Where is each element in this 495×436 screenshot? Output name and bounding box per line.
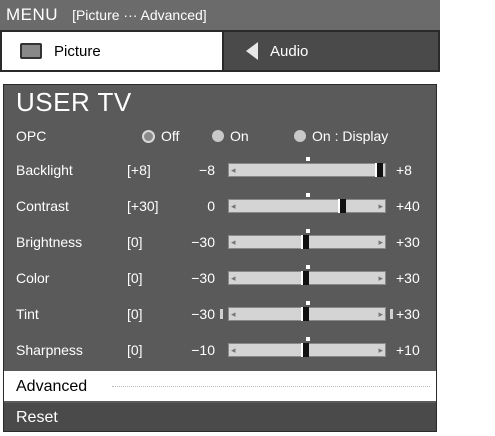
radio-selected-icon xyxy=(142,129,155,143)
color-slider-knob[interactable] xyxy=(301,271,309,285)
arrow-left-icon: ◂ xyxy=(231,237,236,247)
contrast-max-label: +40 xyxy=(396,198,420,214)
tint-min-label: −30 xyxy=(191,306,215,322)
color-max-label: +30 xyxy=(396,270,420,286)
tab-audio-label: Audio xyxy=(270,42,309,60)
contrast-row[interactable]: Contrast [+30] 0 ◂ ▸ +40 xyxy=(4,189,436,223)
reset-label: Reset xyxy=(16,409,58,426)
color-label: Color xyxy=(16,270,50,286)
tint-row[interactable]: Tint [0] −30 ◂ ▸ +30 xyxy=(4,297,436,331)
backlight-min-label: −8 xyxy=(199,162,215,178)
backlight-slider[interactable]: ◂▸ xyxy=(228,157,386,177)
brightness-row[interactable]: Brightness [0] −30 ◂ ▸ +30 xyxy=(4,225,436,259)
opc-option-off-label: Off xyxy=(161,128,180,144)
brightness-current-value: [0] xyxy=(127,234,143,250)
breadcrumb: [Picture ··· Advanced] xyxy=(72,7,207,23)
opc-option-on[interactable]: On xyxy=(212,128,249,144)
arrow-left-icon: ◂ xyxy=(231,165,236,175)
tv-icon xyxy=(20,43,42,59)
tint-slider[interactable]: ◂ ▸ xyxy=(228,301,386,321)
advanced-row[interactable]: Advanced xyxy=(4,371,436,401)
tint-slider-knob[interactable] xyxy=(301,307,309,321)
tint-label: Tint xyxy=(16,306,39,322)
tab-picture[interactable]: Picture xyxy=(2,32,224,70)
opc-option-off[interactable]: Off xyxy=(142,128,179,144)
backlight-max-label: +8 xyxy=(396,162,412,178)
tab-bar: Picture Audio xyxy=(0,30,440,72)
sharpness-slider[interactable]: ◂ ▸ xyxy=(228,337,386,357)
advanced-label: Advanced xyxy=(16,378,88,395)
dotted-leader xyxy=(112,386,430,387)
color-slider[interactable]: ◂ ▸ xyxy=(228,265,386,285)
opc-row[interactable]: OPC Off On On : Display xyxy=(4,119,436,153)
radio-icon xyxy=(294,130,306,142)
brightness-max-label: +30 xyxy=(396,234,420,250)
menu-title: MENU xyxy=(6,5,59,24)
brightness-min-label: −30 xyxy=(191,234,215,250)
sharpness-row[interactable]: Sharpness [0] −10 ◂ ▸ +10 xyxy=(4,333,436,367)
center-mark xyxy=(306,337,310,341)
user-tv-panel: USER TV OPC Off On On : Display Backligh… xyxy=(3,84,437,432)
contrast-slider[interactable]: ◂ ▸ xyxy=(228,193,386,213)
sharpness-min-label: −10 xyxy=(191,342,215,358)
center-mark xyxy=(306,229,310,233)
arrow-left-icon: ◂ xyxy=(231,345,236,355)
opc-option-on-label: On xyxy=(230,128,249,144)
tab-audio[interactable]: Audio xyxy=(224,32,438,70)
tab-picture-label: Picture xyxy=(54,42,101,60)
backlight-current-value: [+8] xyxy=(127,162,151,178)
arrow-left-icon: ◂ xyxy=(231,309,236,319)
color-row[interactable]: Color [0] −30 ◂ ▸ +30 xyxy=(4,261,436,295)
contrast-slider-knob[interactable] xyxy=(338,199,346,213)
tint-left-tick xyxy=(220,309,223,319)
brightness-slider[interactable]: ◂ ▸ xyxy=(228,229,386,249)
arrow-left-icon: ◂ xyxy=(231,273,236,283)
arrow-left-icon: ◂ xyxy=(231,201,236,211)
reset-row[interactable]: Reset xyxy=(4,403,436,431)
contrast-current-value: [+30] xyxy=(127,198,159,214)
center-mark xyxy=(306,157,310,161)
sharpness-max-label: +10 xyxy=(396,342,420,358)
opc-option-on-display-label: On : Display xyxy=(312,128,389,144)
contrast-min-label: 0 xyxy=(207,198,215,214)
contrast-label: Contrast xyxy=(16,198,69,214)
center-mark xyxy=(306,265,310,269)
arrow-right-icon: ▸ xyxy=(378,309,383,319)
brightness-slider-knob[interactable] xyxy=(301,235,309,249)
backlight-slider-knob[interactable] xyxy=(375,163,383,177)
arrow-right-icon: ▸ xyxy=(378,201,383,211)
center-mark xyxy=(306,301,310,305)
color-min-label: −30 xyxy=(191,270,215,286)
backlight-label: Backlight xyxy=(16,162,73,178)
opc-label: OPC xyxy=(16,128,47,144)
arrow-right-icon: ▸ xyxy=(378,273,383,283)
menu-header: MENU [Picture ··· Advanced] xyxy=(0,0,440,30)
color-current-value: [0] xyxy=(127,270,143,286)
sharpness-slider-knob[interactable] xyxy=(301,343,309,357)
sharpness-label: Sharpness xyxy=(16,342,83,358)
backlight-row[interactable]: Backlight [+8] −8 ◂▸ +8 xyxy=(4,153,436,187)
speaker-icon xyxy=(246,42,258,60)
brightness-label: Brightness xyxy=(16,234,83,250)
arrow-right-icon: ▸ xyxy=(378,237,383,247)
tint-right-tick xyxy=(390,309,393,319)
tint-current-value: [0] xyxy=(127,306,143,322)
sharpness-current-value: [0] xyxy=(127,342,143,358)
tint-max-label: +30 xyxy=(396,306,420,322)
center-mark xyxy=(306,193,310,197)
radio-icon xyxy=(212,130,224,142)
arrow-right-icon: ▸ xyxy=(378,345,383,355)
panel-title: USER TV xyxy=(16,87,132,117)
opc-option-on-display[interactable]: On : Display xyxy=(294,128,388,144)
